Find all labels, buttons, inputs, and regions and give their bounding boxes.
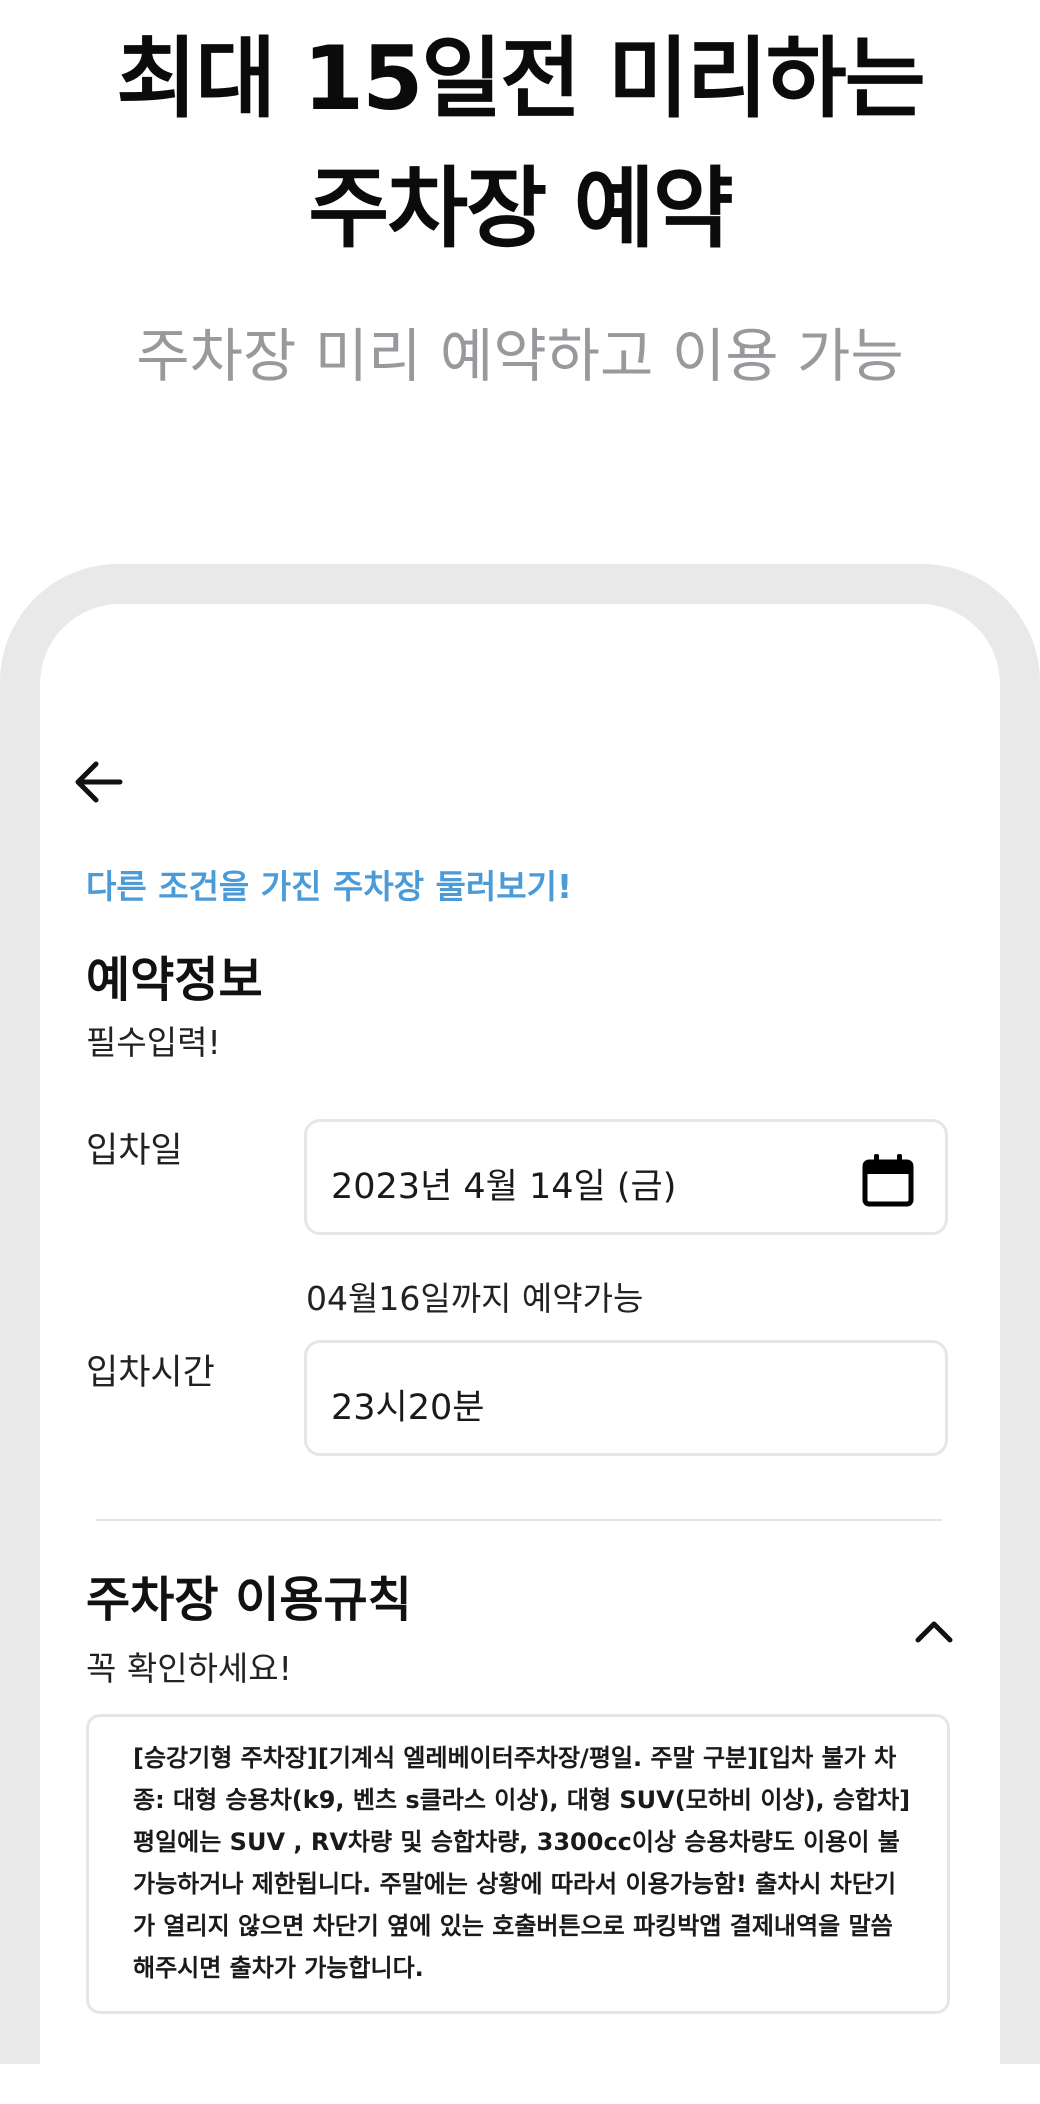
entry-date-value: 2023년 4월 14일 (금) <box>331 1167 677 1207</box>
hero-title-line2: 주차장 예약 <box>308 157 733 260</box>
browse-other-parking-link[interactable]: 다른 조건을 가진 주차장 둘러보기! <box>86 860 572 908</box>
entry-date-label: 입차일 <box>86 1131 183 1171</box>
reservation-title: 예약정보 <box>86 952 263 1008</box>
parking-rules-title: 주차장 이용규칙 <box>86 1572 412 1628</box>
arrow-left-icon <box>75 761 123 803</box>
reservation-required-note: 필수입력! <box>86 1023 221 1062</box>
entry-date-field[interactable]: 2023년 4월 14일 (금) <box>304 1119 948 1235</box>
chevron-up-icon[interactable] <box>912 1616 956 1648</box>
hero-title-line1: 최대 15일전 미리하는 <box>116 27 925 130</box>
entry-time-label: 입차시간 <box>86 1353 215 1393</box>
reservation-available-hint: 04월16일까지 예약가능 <box>306 1279 644 1318</box>
hero-title: 최대 15일전 미리하는 주차장 예약 <box>0 14 1040 274</box>
entry-time-field[interactable]: 23시20분 <box>304 1340 948 1456</box>
phone-screen: 다른 조건을 가진 주차장 둘러보기! 예약정보 필수입력! 입차일 2023년… <box>40 604 1000 2104</box>
phone-frame: 다른 조건을 가진 주차장 둘러보기! 예약정보 필수입력! 입차일 2023년… <box>0 564 1040 2104</box>
parking-rules-note: 꼭 확인하세요! <box>86 1649 292 1688</box>
back-button[interactable] <box>70 754 126 810</box>
hero-subtitle: 주차장 미리 예약하고 이용 가능 <box>136 322 904 390</box>
parking-rules-box: [승강기형 주차장][기계식 엘레베이터주차장/평일. 주말 구분][입차 불가… <box>86 1714 950 2014</box>
entry-time-value: 23시20분 <box>331 1388 485 1428</box>
calendar-icon[interactable] <box>861 1152 915 1208</box>
parking-rules-text: [승강기형 주차장][기계식 엘레베이터주차장/평일. 주말 구분][입차 불가… <box>133 1744 911 1982</box>
section-divider <box>96 1519 942 1521</box>
